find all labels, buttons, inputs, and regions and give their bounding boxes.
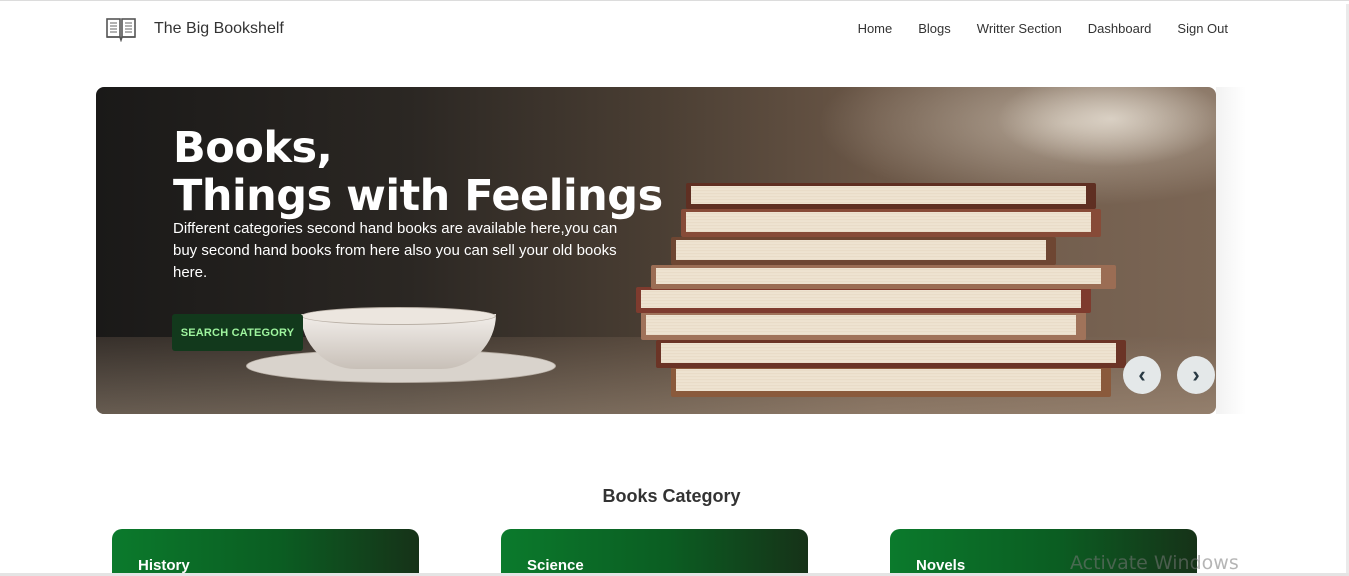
hero-title-line2: Things with Feelings (173, 171, 663, 221)
hero-background-window (996, 87, 1216, 167)
hero-cup-rim (301, 307, 496, 325)
hero-title: Books, Things with Feelings (173, 124, 663, 220)
navbar: The Big Bookshelf Home Blogs Writter Sec… (0, 4, 1340, 58)
category-card-history[interactable]: History (112, 529, 419, 576)
category-label: Novels (916, 557, 966, 574)
nav-link-writter-section[interactable]: Writter Section (977, 21, 1062, 36)
nav-link-home[interactable]: Home (858, 21, 893, 36)
category-label: Science (527, 557, 584, 574)
carousel-next-slide-edge (1216, 87, 1246, 414)
nav-link-dashboard[interactable]: Dashboard (1088, 21, 1152, 36)
open-book-icon (106, 18, 136, 42)
nav-link-blogs[interactable]: Blogs (918, 21, 951, 36)
hero-title-line1: Books, (173, 123, 333, 173)
brand[interactable]: The Big Bookshelf (106, 16, 284, 42)
carousel-next-button[interactable]: › (1177, 356, 1215, 394)
hero-description: Different categories second hand books a… (173, 220, 618, 281)
category-card-science[interactable]: Science (501, 529, 808, 576)
search-category-button[interactable]: SEARCH CATEGORY (172, 314, 303, 351)
chevron-left-icon: ‹ (1138, 362, 1146, 387)
brand-name: The Big Bookshelf (154, 20, 284, 37)
nav-links: Home Blogs Writter Section Dashboard Sig… (832, 21, 1228, 36)
books-category-title: Books Category (602, 486, 741, 506)
activate-windows-watermark: Activate Windows (1070, 552, 1239, 574)
chevron-right-icon: › (1192, 362, 1200, 387)
carousel-prev-button[interactable]: ‹ (1123, 356, 1161, 394)
category-label: History (138, 557, 190, 574)
nav-link-sign-out[interactable]: Sign Out (1177, 21, 1228, 36)
